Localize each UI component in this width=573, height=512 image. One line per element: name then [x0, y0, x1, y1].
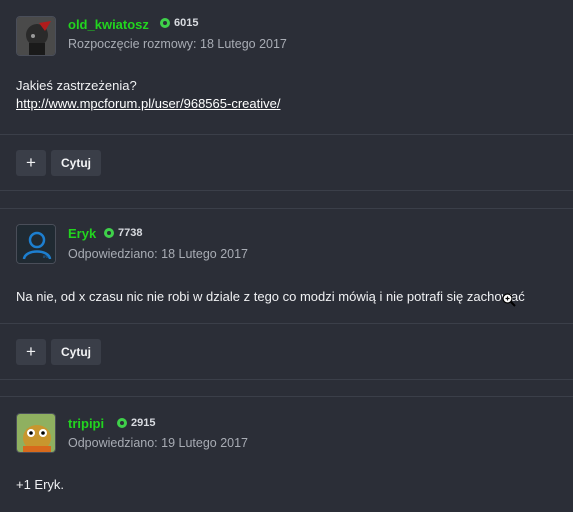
- reputation-icon: [104, 228, 114, 238]
- divider: [0, 323, 573, 324]
- plus-button[interactable]: +: [16, 339, 46, 365]
- reputation-icon: [117, 418, 127, 428]
- reputation-value: 2915: [131, 417, 156, 429]
- reputation-badge: 6015: [160, 17, 198, 29]
- divider: [0, 379, 573, 380]
- avatar-tripipi[interactable]: [16, 413, 56, 453]
- reputation-badge: 2915: [117, 417, 155, 429]
- post-text: Jakieś zastrzeżenia?: [16, 78, 137, 93]
- post-link[interactable]: http://www.mpcforum.pl/user/968565-creat…: [16, 96, 280, 111]
- reputation-badge: 7738: [104, 227, 142, 239]
- post-meta: Odpowiedziano: 19 Lutego 2017: [68, 436, 249, 450]
- quote-button[interactable]: Cytuj: [51, 150, 101, 176]
- divider: [0, 134, 573, 135]
- post-body: +1 Eryk.: [16, 477, 65, 492]
- divider: [0, 208, 573, 209]
- post-body: Jakieś zastrzeżenia? http://www.mpcforum…: [16, 78, 280, 111]
- post-username[interactable]: tripipi: [68, 416, 104, 431]
- svg-text:IRO: IRO: [43, 254, 50, 259]
- reputation-icon: [160, 18, 170, 28]
- divider: [0, 190, 573, 191]
- reputation-value: 7738: [118, 227, 143, 239]
- post-meta: Odpowiedziano: 18 Lutego 2017: [68, 247, 249, 261]
- post-meta: Rozpoczęcie rozmowy: 18 Lutego 2017: [68, 37, 287, 51]
- quote-button[interactable]: Cytuj: [51, 339, 101, 365]
- zoom-cursor-icon: [502, 293, 516, 307]
- reputation-value: 6015: [174, 17, 199, 29]
- avatar-eryk[interactable]: IRO: [16, 224, 56, 264]
- plus-button[interactable]: +: [16, 150, 46, 176]
- post-username[interactable]: old_kwiatosz: [68, 17, 149, 32]
- avatar-old-kwiatosz[interactable]: [16, 16, 56, 56]
- divider: [0, 396, 573, 397]
- post-username[interactable]: Eryk: [68, 226, 96, 241]
- post-body: Na nie, od x czasu nic nie robi w dziale…: [16, 289, 525, 304]
